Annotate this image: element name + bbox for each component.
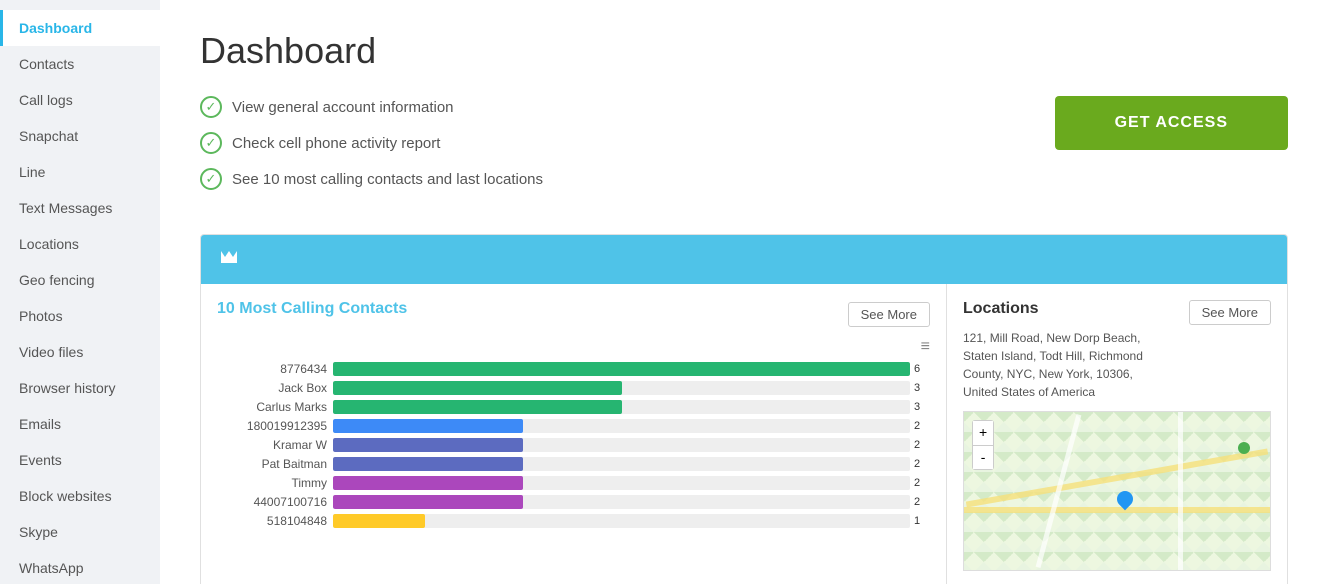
bar-count: 2 bbox=[914, 496, 930, 508]
bar-track bbox=[333, 438, 910, 452]
panel-header bbox=[201, 235, 1287, 284]
bar-label: Pat Baitman bbox=[217, 457, 327, 471]
sidebar-item-events[interactable]: Events bbox=[0, 442, 160, 478]
sidebar-item-locations[interactable]: Locations bbox=[0, 226, 160, 262]
get-access-button[interactable]: GET ACCESS bbox=[1055, 96, 1288, 150]
bars-menu-icon[interactable]: ≡ bbox=[217, 338, 930, 356]
bar-fill bbox=[333, 476, 523, 490]
bar-count: 6 bbox=[914, 363, 930, 375]
contacts-panel-title: 10 Most Calling Contacts bbox=[217, 300, 407, 318]
feature-item-2: ✓ Check cell phone activity report bbox=[200, 132, 543, 154]
bar-track bbox=[333, 495, 910, 509]
locations-panel-title: Locations bbox=[963, 300, 1039, 318]
bar-track bbox=[333, 476, 910, 490]
feature-list: ✓ View general account information ✓ Che… bbox=[200, 96, 543, 204]
locations-panel: Locations See More 121, Mill Road, New D… bbox=[947, 284, 1287, 584]
meerkat-icon bbox=[217, 245, 241, 274]
locations-address: 121, Mill Road, New Dorp Beach,Staten Is… bbox=[963, 329, 1271, 401]
bar-label: 8776434 bbox=[217, 362, 327, 376]
bar-row: 44007100716 2 bbox=[217, 495, 930, 509]
panel-body: 10 Most Calling Contacts See More ≡ 8776… bbox=[201, 284, 1287, 584]
check-icon-3: ✓ bbox=[200, 168, 222, 190]
sidebar-item-contacts[interactable]: Contacts bbox=[0, 46, 160, 82]
bar-row: Jack Box 3 bbox=[217, 381, 930, 395]
bar-label: Timmy bbox=[217, 476, 327, 490]
bar-fill bbox=[333, 514, 425, 528]
bar-track bbox=[333, 362, 910, 376]
bar-fill bbox=[333, 400, 622, 414]
bar-count: 3 bbox=[914, 382, 930, 394]
bar-track bbox=[333, 419, 910, 433]
zoom-out-button[interactable]: - bbox=[973, 446, 993, 470]
page-title: Dashboard bbox=[200, 30, 1288, 72]
bars-container: 8776434 6 Jack Box 3 Carlus Marks 3 1800199123… bbox=[217, 362, 930, 528]
sidebar-item-skype[interactable]: Skype bbox=[0, 514, 160, 550]
locations-see-more-button[interactable]: See More bbox=[1189, 300, 1271, 325]
sidebar-item-whatsapp[interactable]: WhatsApp bbox=[0, 550, 160, 584]
bar-fill bbox=[333, 419, 523, 433]
bar-track bbox=[333, 457, 910, 471]
contacts-panel: 10 Most Calling Contacts See More ≡ 8776… bbox=[201, 284, 947, 584]
sidebar-item-video-files[interactable]: Video files bbox=[0, 334, 160, 370]
bar-row: 8776434 6 bbox=[217, 362, 930, 376]
sidebar-item-browser-history[interactable]: Browser history bbox=[0, 370, 160, 406]
bar-track bbox=[333, 400, 910, 414]
bar-row: Kramar W 2 bbox=[217, 438, 930, 452]
bar-count: 2 bbox=[914, 458, 930, 470]
bar-label: 518104848 bbox=[217, 514, 327, 528]
bar-fill bbox=[333, 381, 622, 395]
bar-count: 2 bbox=[914, 477, 930, 489]
sidebar-item-text-messages[interactable]: Text Messages bbox=[0, 190, 160, 226]
main-content: Dashboard ✓ View general account informa… bbox=[160, 0, 1328, 584]
bar-label: 180019912395 bbox=[217, 419, 327, 433]
sidebar-item-block-websites[interactable]: Block websites bbox=[0, 478, 160, 514]
sidebar-item-photos[interactable]: Photos bbox=[0, 298, 160, 334]
feature-item-1: ✓ View general account information bbox=[200, 96, 543, 118]
map-background: + - bbox=[964, 412, 1270, 570]
bar-count: 1 bbox=[914, 515, 930, 527]
feature-item-3: ✓ See 10 most calling contacts and last … bbox=[200, 168, 543, 190]
sidebar: Dashboard Contacts Call logs Snapchat Li… bbox=[0, 0, 160, 584]
sidebar-item-snapchat[interactable]: Snapchat bbox=[0, 118, 160, 154]
bar-label: Jack Box bbox=[217, 381, 327, 395]
zoom-in-button[interactable]: + bbox=[973, 421, 993, 446]
bar-row: Timmy 2 bbox=[217, 476, 930, 490]
check-icon-1: ✓ bbox=[200, 96, 222, 118]
dashboard-panel: 10 Most Calling Contacts See More ≡ 8776… bbox=[200, 234, 1288, 584]
sidebar-item-call-logs[interactable]: Call logs bbox=[0, 82, 160, 118]
map-container: + - bbox=[963, 411, 1271, 571]
map-zoom-controls: + - bbox=[972, 420, 994, 470]
bar-label: Kramar W bbox=[217, 438, 327, 452]
bar-count: 2 bbox=[914, 420, 930, 432]
bar-track bbox=[333, 514, 910, 528]
check-icon-2: ✓ bbox=[200, 132, 222, 154]
location-dot-green bbox=[1238, 442, 1250, 454]
contacts-see-more-button[interactable]: See More bbox=[848, 302, 930, 327]
bar-label: Carlus Marks bbox=[217, 400, 327, 414]
bar-fill bbox=[333, 495, 523, 509]
bar-row: 518104848 1 bbox=[217, 514, 930, 528]
sidebar-item-geo-fencing[interactable]: Geo fencing bbox=[0, 262, 160, 298]
bar-count: 2 bbox=[914, 439, 930, 451]
bar-label: 44007100716 bbox=[217, 495, 327, 509]
bar-fill bbox=[333, 457, 523, 471]
bar-count: 3 bbox=[914, 401, 930, 413]
bar-fill bbox=[333, 438, 523, 452]
bar-row: Carlus Marks 3 bbox=[217, 400, 930, 414]
sidebar-item-line[interactable]: Line bbox=[0, 154, 160, 190]
bar-fill bbox=[333, 362, 910, 376]
bar-row: 180019912395 2 bbox=[217, 419, 930, 433]
bar-row: Pat Baitman 2 bbox=[217, 457, 930, 471]
sidebar-item-dashboard[interactable]: Dashboard bbox=[0, 10, 160, 46]
sidebar-item-emails[interactable]: Emails bbox=[0, 406, 160, 442]
bar-track bbox=[333, 381, 910, 395]
